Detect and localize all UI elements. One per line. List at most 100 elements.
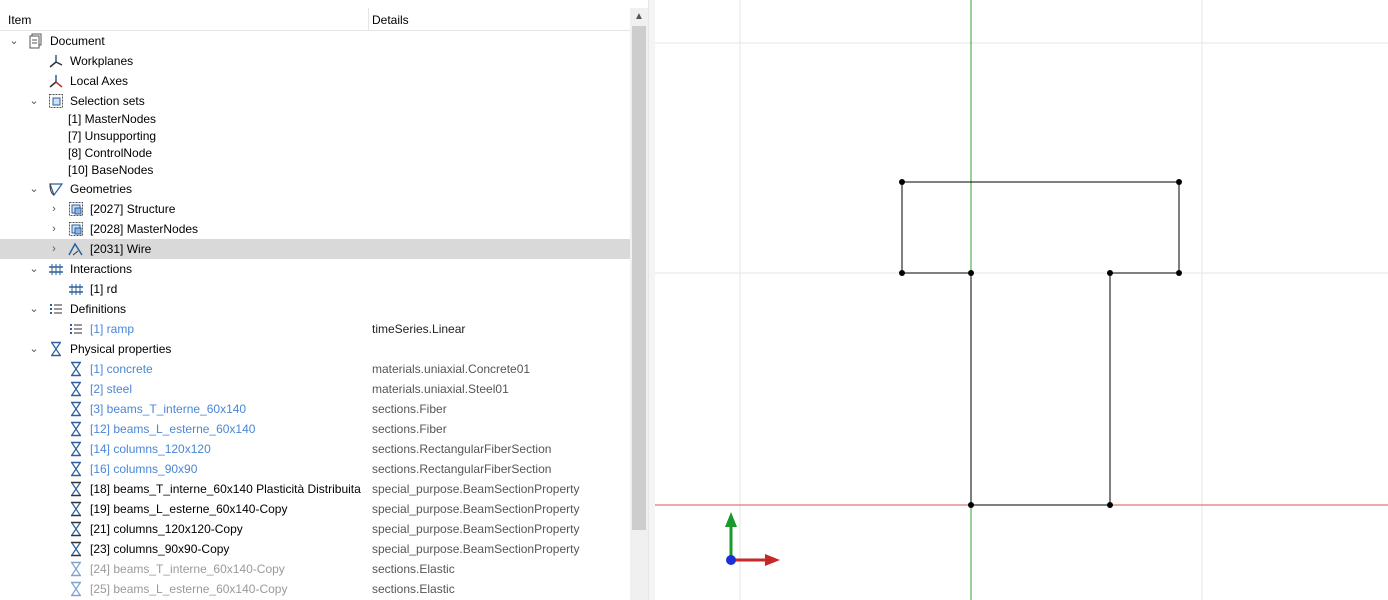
tree-item-details: timeSeries.Linear	[372, 322, 466, 336]
physical-property-icon	[68, 441, 84, 457]
column-separator[interactable]	[368, 8, 369, 30]
tree-item-selection-sets[interactable]: ⌄ Selection sets	[0, 91, 630, 111]
tree-item-physical-property[interactable]: [16] columns_90x90 sections.RectangularF…	[0, 459, 630, 479]
tree-item-physical-property[interactable]: [23] columns_90x90-Copy special_purpose.…	[0, 539, 630, 559]
chevron-right-icon[interactable]: ›	[48, 239, 60, 259]
tree-item-label: [18] beams_T_interne_60x140 Plasticità D…	[90, 482, 361, 496]
local-axes-icon	[48, 73, 64, 89]
tree-item-label: [19] beams_L_esterne_60x140-Copy	[90, 502, 288, 516]
physical-property-icon	[48, 341, 64, 357]
tree-item-label: [23] columns_90x90-Copy	[90, 542, 230, 556]
scrollbar-thumb[interactable]	[632, 26, 646, 530]
tree-item-label: [10] BaseNodes	[68, 163, 154, 177]
tree-item-geometries[interactable]: ⌄ Geometries	[0, 179, 630, 199]
tree-item-geometry[interactable]: › [2027] Structure	[0, 199, 630, 219]
tree-item-label: [12] beams_L_esterne_60x140	[90, 422, 256, 436]
physical-property-icon	[68, 521, 84, 537]
tree-item-document[interactable]: ⌄ Document	[0, 31, 630, 51]
tree-item-physical-property[interactable]: [21] columns_120x120-Copy special_purpos…	[0, 519, 630, 539]
tree-item-selection-set[interactable]: [7] Unsupporting	[0, 128, 630, 145]
tree-item-physical-property[interactable]: [12] beams_L_esterne_60x140 sections.Fib…	[0, 419, 630, 439]
tree-item-selection-set[interactable]: [1] MasterNodes	[0, 111, 630, 128]
tree-item-physical-property[interactable]: [3] beams_T_interne_60x140 sections.Fibe…	[0, 399, 630, 419]
chevron-down-icon[interactable]: ⌄	[28, 299, 40, 319]
tree-item-physical-property[interactable]: [24] beams_T_interne_60x140-Copy section…	[0, 559, 630, 579]
physical-property-icon	[68, 381, 84, 397]
chevron-down-icon[interactable]: ⌄	[28, 339, 40, 359]
tree-item-details: special_purpose.BeamSectionProperty	[372, 502, 580, 516]
physical-property-icon	[68, 561, 84, 577]
geometry-structure-icon	[68, 201, 84, 217]
model-tree-panel: Item Details ⌄ Document Workplanes Local…	[0, 0, 648, 600]
wire-icon	[68, 241, 84, 257]
tree-item-details: sections.RectangularFiberSection	[372, 462, 552, 476]
tree-item-label: [14] columns_120x120	[90, 442, 211, 456]
vertex-point	[1176, 179, 1182, 185]
tree-item-label: [2027] Structure	[90, 202, 176, 216]
grid	[655, 0, 1388, 600]
tree-item-details: sections.Fiber	[372, 402, 447, 416]
tree-item-label: [2] steel	[90, 382, 133, 396]
panel-splitter[interactable]	[648, 0, 655, 600]
tree-item-definition[interactable]: [1] ramp timeSeries.Linear	[0, 319, 630, 339]
physical-property-icon	[68, 361, 84, 377]
tree-item-details: materials.uniaxial.Steel01	[372, 382, 509, 396]
tree-item-physical-property[interactable]: [2] steel materials.uniaxial.Steel01	[0, 379, 630, 399]
scroll-up-arrow-icon[interactable]: ▲	[630, 8, 648, 25]
tree-item-selection-set[interactable]: [10] BaseNodes	[0, 162, 630, 179]
tree-item-label: [16] columns_90x90	[90, 462, 198, 476]
vertex-point	[968, 502, 974, 508]
tree-item-label: Physical properties	[70, 342, 172, 356]
chevron-down-icon[interactable]: ⌄	[28, 91, 40, 111]
tree-item-interactions[interactable]: ⌄ Interactions	[0, 259, 630, 279]
tree-item-label: [1] rd	[90, 282, 118, 296]
vertex-point	[968, 270, 974, 276]
vertex-point	[899, 179, 905, 185]
column-header-item[interactable]: Item	[8, 13, 31, 27]
tree-item-physical-property[interactable]: [19] beams_L_esterne_60x140-Copy special…	[0, 499, 630, 519]
tree-item-label: Local Axes	[70, 74, 129, 88]
tree-item-geometry-selected[interactable]: › [2031] Wire	[0, 239, 630, 259]
viewport-canvas[interactable]	[655, 0, 1388, 600]
column-header-details[interactable]: Details	[372, 13, 409, 27]
tree-item-physical-property[interactable]: [14] columns_120x120 sections.Rectangula…	[0, 439, 630, 459]
tree-item-definitions[interactable]: ⌄ Definitions	[0, 299, 630, 319]
physical-property-icon	[68, 501, 84, 517]
tree-item-interaction[interactable]: [1] rd	[0, 279, 630, 299]
tree-item-label: Geometries	[70, 182, 133, 196]
physical-property-icon	[68, 401, 84, 417]
model-viewport[interactable]	[655, 0, 1388, 600]
chevron-right-icon[interactable]: ›	[48, 219, 60, 239]
tree-item-selection-set[interactable]: [8] ControlNode	[0, 145, 630, 162]
tree-item-geometry[interactable]: › [2028] MasterNodes	[0, 219, 630, 239]
tree-item-physical-property[interactable]: [1] concrete materials.uniaxial.Concrete…	[0, 359, 630, 379]
tree-item-details: special_purpose.BeamSectionProperty	[372, 522, 580, 536]
tree-item-label: Workplanes	[70, 54, 134, 68]
chevron-down-icon[interactable]: ⌄	[28, 259, 40, 279]
tree-item-physical-property[interactable]: [25] beams_L_esterne_60x140-Copy section…	[0, 579, 630, 599]
interaction-icon	[68, 281, 84, 297]
wire-vertices	[899, 179, 1182, 508]
tree-item-local-axes[interactable]: Local Axes	[0, 71, 630, 91]
tree-item-details: special_purpose.BeamSectionProperty	[372, 542, 580, 556]
tree-item-details: materials.uniaxial.Concrete01	[372, 362, 531, 376]
tree-header: Item Details	[0, 8, 630, 31]
tree-item-physical-property[interactable]: [18] beams_T_interne_60x140 Plasticità D…	[0, 479, 630, 499]
tree-item-details: sections.Fiber	[372, 422, 447, 436]
tree-item-label: [25] beams_L_esterne_60x140-Copy	[90, 582, 288, 596]
tree-item-label: [1] MasterNodes	[68, 112, 157, 126]
chevron-down-icon[interactable]: ⌄	[28, 179, 40, 199]
chevron-right-icon[interactable]: ›	[48, 199, 60, 219]
interaction-icon	[48, 261, 64, 277]
tree-item-label: [24] beams_T_interne_60x140-Copy	[90, 562, 285, 576]
vertex-point	[1176, 270, 1182, 276]
vertex-point	[899, 270, 905, 276]
tree-item-workplanes[interactable]: Workplanes	[0, 51, 630, 71]
tree-scrollbar[interactable]: ▲	[630, 8, 648, 600]
tree-item-physical-properties[interactable]: ⌄ Physical properties	[0, 339, 630, 359]
axis-triad-icon	[725, 512, 780, 566]
tree-item-label: [8] ControlNode	[68, 146, 153, 160]
chevron-down-icon[interactable]: ⌄	[8, 31, 20, 51]
wire-geometry	[901, 181, 1180, 506]
tree-item-label: [1] ramp	[90, 322, 135, 336]
